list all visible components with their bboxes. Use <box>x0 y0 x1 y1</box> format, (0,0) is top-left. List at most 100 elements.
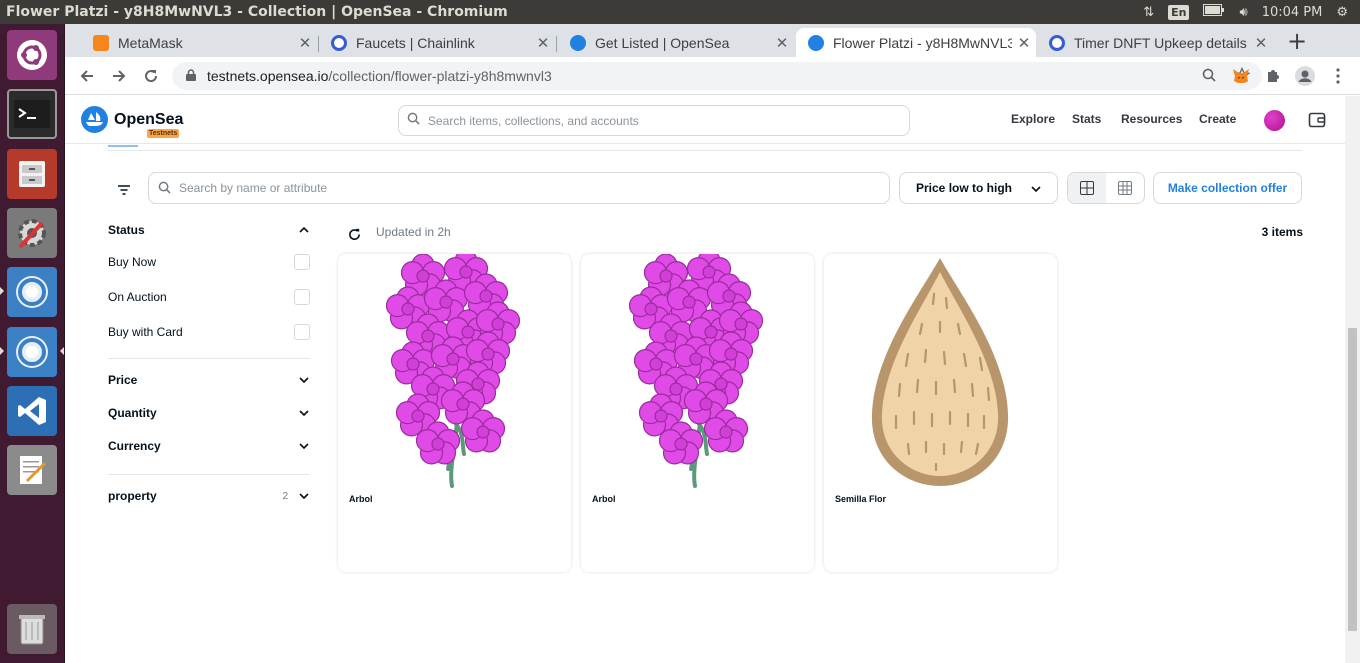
nft-image-pink-flower-tree <box>385 254 521 488</box>
battery-icon[interactable] <box>1203 4 1225 20</box>
browser-tab[interactable]: MetaMask ✕ <box>81 28 317 57</box>
zoom-search-icon[interactable] <box>1202 68 1216 85</box>
focused-indicator <box>60 347 64 355</box>
lock-icon[interactable] <box>186 68 196 84</box>
active-tab-underline <box>108 145 138 147</box>
opensea-icon <box>570 34 586 51</box>
grid-view-toggle <box>1067 172 1145 204</box>
opensea-brand[interactable]: OpenSea <box>114 111 183 129</box>
checkbox[interactable] <box>294 289 310 305</box>
account-avatar[interactable] <box>1264 110 1285 131</box>
global-search-input[interactable] <box>428 113 909 128</box>
ubuntu-dash-icon[interactable] <box>7 30 57 80</box>
terminal-icon[interactable] <box>7 89 57 139</box>
updated-label: Updated in 2h <box>376 225 451 239</box>
network-updown-icon[interactable]: ⇅ <box>1143 5 1154 20</box>
nft-card-name: Arbol <box>592 494 616 504</box>
browser-tab-strip: MetaMask ✕ Faucets | Chainlink ✕ Get Lis… <box>65 24 1360 57</box>
nav-create[interactable]: Create <box>1199 112 1236 126</box>
trash-icon[interactable] <box>7 604 57 654</box>
close-tab-icon[interactable]: ✕ <box>531 34 555 52</box>
chevron-up-icon <box>298 224 310 236</box>
window-title: Flower Platzi - y8H8MwNVL3 - Collection … <box>6 4 508 20</box>
checkbox[interactable] <box>294 254 310 270</box>
browser-tab[interactable]: Faucets | Chainlink ✕ <box>319 28 555 57</box>
nft-image-pink-flower-tree <box>628 254 764 488</box>
chainlink-icon <box>331 34 347 51</box>
metamask-extension-icon[interactable] <box>1231 66 1251 86</box>
nav-stats[interactable]: Stats <box>1072 112 1101 126</box>
quantity-section-header[interactable]: Quantity <box>108 403 310 423</box>
page-scrollbar[interactable] <box>1345 96 1360 663</box>
nft-card[interactable]: Arbol <box>338 254 571 572</box>
extensions-puzzle-icon[interactable] <box>1263 66 1283 86</box>
currency-section-header[interactable]: Currency <box>108 436 310 456</box>
metamask-fox-icon <box>93 34 109 51</box>
browser-menu-icon[interactable] <box>1328 66 1348 86</box>
browser-tab[interactable]: Timer DNFT Upkeep details ✕ <box>1037 28 1273 57</box>
browser-toolbar: testnets.opensea.io/collection/flower-pl… <box>65 57 1360 95</box>
status-option-on-auction[interactable]: On Auction <box>108 287 310 307</box>
chevron-down-icon <box>298 440 310 452</box>
keyboard-language-indicator[interactable]: En <box>1168 4 1190 20</box>
scrollbar-thumb[interactable] <box>1348 328 1357 631</box>
nav-resources[interactable]: Resources <box>1121 112 1182 126</box>
checkbox[interactable] <box>294 324 310 340</box>
property-section-header[interactable]: property 2 <box>108 486 310 506</box>
app-launcher <box>0 24 65 663</box>
close-tab-icon[interactable]: ✕ <box>1249 34 1273 52</box>
nft-card[interactable]: Arbol <box>581 254 814 572</box>
status-section-header[interactable]: Status <box>108 220 310 240</box>
nft-card[interactable]: Semilla Flor <box>824 254 1057 572</box>
file-cabinet-icon[interactable] <box>7 149 57 199</box>
page-viewport: OpenSea Testnets Explore Stats Resources… <box>65 96 1360 663</box>
close-tab-icon[interactable]: ✕ <box>293 34 317 52</box>
profile-avatar-icon[interactable] <box>1295 66 1315 86</box>
opensea-logo-icon[interactable] <box>81 106 108 133</box>
close-tab-icon[interactable]: ✕ <box>1012 34 1036 52</box>
price-section-header[interactable]: Price <box>108 370 310 390</box>
items-count: 3 items <box>1261 225 1303 239</box>
divider <box>108 150 1302 151</box>
small-grid-button[interactable] <box>1106 173 1144 203</box>
text-editor-icon[interactable] <box>7 445 57 495</box>
item-search-input[interactable] <box>179 181 889 195</box>
wallet-icon[interactable] <box>1308 111 1326 129</box>
new-tab-button[interactable]: + <box>1287 29 1307 53</box>
volume-icon[interactable]: 🔊︎ <box>1239 5 1247 20</box>
clock[interactable]: 10:04 PM <box>1262 5 1323 20</box>
divider <box>108 358 310 359</box>
os-top-panel: Flower Platzi - y8H8MwNVL3 - Collection … <box>0 0 1360 24</box>
chevron-down-icon <box>298 374 310 386</box>
filter-toggle-icon[interactable] <box>117 181 131 195</box>
status-option-buy-now[interactable]: Buy Now <box>108 252 310 272</box>
back-button[interactable] <box>75 64 99 88</box>
search-icon <box>158 179 171 198</box>
global-search[interactable] <box>398 105 910 136</box>
chromium-icon[interactable] <box>7 267 57 317</box>
status-option-buy-with-card[interactable]: Buy with Card <box>108 322 310 342</box>
testnets-badge: Testnets <box>147 129 180 138</box>
chevron-down-icon <box>1031 181 1041 195</box>
vscode-icon[interactable] <box>7 386 57 436</box>
item-search[interactable] <box>148 172 890 204</box>
reload-button[interactable] <box>139 64 163 88</box>
address-bar[interactable]: testnets.opensea.io/collection/flower-pl… <box>172 62 1262 90</box>
settings-gear-icon[interactable]: ⚙ <box>1336 5 1348 20</box>
browser-tab-active[interactable]: Flower Platzi - y8H8MwNVL3 ✕ <box>796 28 1036 57</box>
browser-tab[interactable]: Get Listed | OpenSea ✕ <box>558 28 794 57</box>
system-settings-icon[interactable] <box>7 208 57 258</box>
forward-button[interactable] <box>107 64 131 88</box>
url-host: testnets.opensea.io <box>207 68 329 84</box>
sort-dropdown[interactable]: Price low to high <box>899 172 1058 204</box>
make-collection-offer-button[interactable]: Make collection offer <box>1153 172 1302 204</box>
nft-image-seed <box>871 258 1009 486</box>
nft-card-name: Semilla Flor <box>835 494 887 504</box>
large-grid-button[interactable] <box>1068 173 1106 203</box>
opensea-header: OpenSea Testnets Explore Stats Resources… <box>65 96 1345 144</box>
chromium-icon[interactable] <box>7 327 57 377</box>
chainlink-icon <box>1049 34 1065 51</box>
close-tab-icon[interactable]: ✕ <box>770 34 794 52</box>
nav-explore[interactable]: Explore <box>1011 112 1055 126</box>
refresh-icon[interactable] <box>348 226 361 240</box>
